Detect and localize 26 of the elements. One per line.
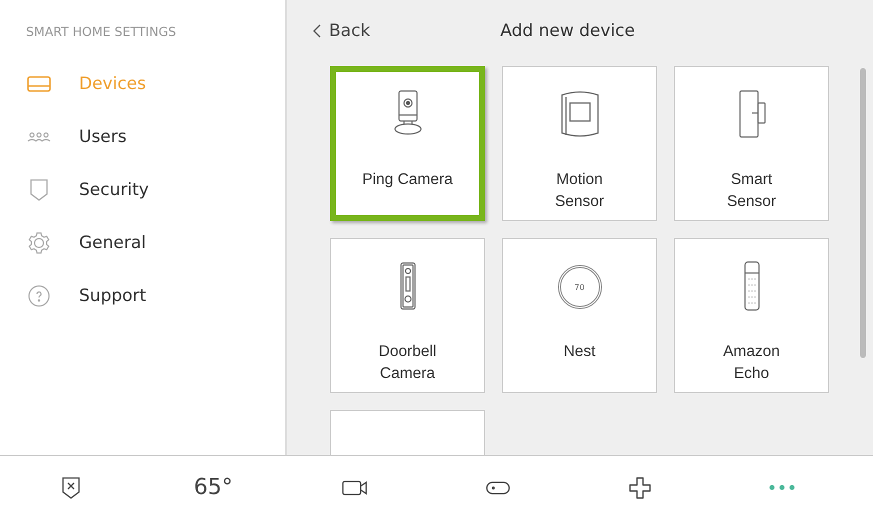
section-heading: SMART HOME SETTINGS <box>25 24 178 39</box>
device-tile[interactable]: Ping Camera <box>330 66 485 221</box>
scrollbar[interactable] <box>860 68 866 358</box>
device-name: Motion Sensor <box>554 170 606 212</box>
sidebar-item[interactable]: Support <box>0 269 285 322</box>
device-name: Amazon Echo <box>722 342 781 384</box>
temperature-button[interactable]: 65° <box>153 466 274 510</box>
device-tile[interactable]: 70 Nest <box>502 238 657 393</box>
device-tile[interactable]: Smart Sensor <box>674 66 829 221</box>
sidebar-item[interactable]: General <box>0 216 285 269</box>
back-button[interactable]: Back <box>313 21 370 41</box>
chevron-left-icon <box>313 24 321 38</box>
device-name: Nest <box>562 342 596 362</box>
device-name: Doorbell Camera <box>378 342 438 384</box>
device-name: Smart Sensor <box>726 170 778 212</box>
help-icon <box>27 284 51 308</box>
sidebar-item[interactable]: Users <box>0 110 285 163</box>
device-tile[interactable]: Amazon Echo <box>674 238 829 393</box>
device-name: Ping Camera <box>361 170 454 190</box>
page-title: Add new device <box>500 21 635 41</box>
more-icon <box>768 485 795 490</box>
thermostat-dial: 70 <box>558 265 602 309</box>
sidebar-item[interactable]: Security <box>0 163 285 216</box>
settings-icon <box>27 230 51 254</box>
device-tile[interactable]: Doorbell Camera <box>330 238 485 393</box>
device-tile[interactable]: Motion Sensor <box>502 66 657 221</box>
